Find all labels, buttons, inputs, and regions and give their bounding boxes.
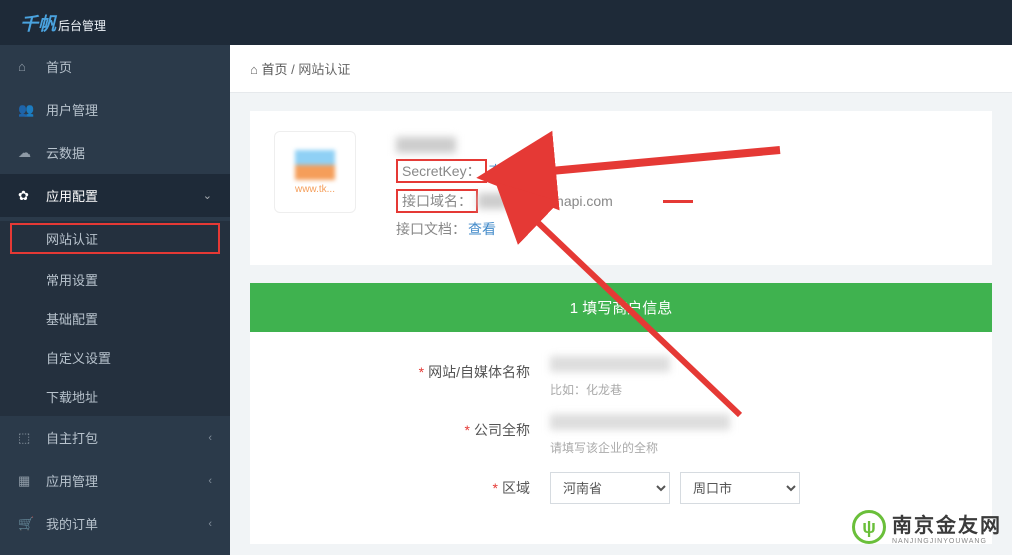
watermark-text: 南京金友网 (892, 515, 1002, 537)
sidebar-submenu: 网站认证 常用设置 基础配置 自定义设置 下载地址 (0, 221, 230, 416)
breadcrumb-home[interactable]: 首页 (261, 62, 287, 77)
sidebar-item-label: 应用配置 (46, 186, 98, 205)
info-card: www.tk... SecretKey： 查看 接口域名： .qianfanap… (250, 111, 992, 265)
step-header: 1 填写商户信息 (250, 283, 992, 332)
users-icon: 👥 (18, 102, 36, 118)
blurred-domain-prefix (478, 193, 508, 209)
cloud-icon: ☁ (18, 145, 36, 161)
home-icon: ⌂ (250, 62, 258, 77)
sidebar-item-appconfig[interactable]: ✿ 应用配置 ⌄ (0, 174, 230, 217)
breadcrumb: ⌂ 首页 / 网站认证 (230, 45, 1012, 93)
form-card: 1 填写商户信息 *网站/自媒体名称 比如：化龙巷 *公司全称 请填写该企业的全… (250, 283, 992, 544)
sidebar-item-tickets[interactable]: ↻ 工单管理 ‹ (0, 545, 230, 555)
sidebar-item-orders[interactable]: 🛒 我的订单 ‹ (0, 502, 230, 545)
secretkey-label: SecretKey： (396, 159, 487, 183)
avatar-url: www.tk... (295, 184, 335, 195)
secretkey-view-link[interactable]: 查看 (489, 161, 517, 181)
sidebar-item-pack[interactable]: ⬚ 自主打包 ‹ (0, 416, 230, 459)
region-label: *区域 (290, 472, 530, 498)
region-city-select[interactable]: 周口市 (680, 472, 800, 504)
chevron-down-icon: ⌄ (203, 189, 212, 202)
sidebar-item-cloud[interactable]: ☁ 云数据 (0, 131, 230, 174)
archive-icon: ⬚ (18, 430, 36, 446)
sidebar: ⌂ 首页 👥 用户管理 ☁ 云数据 ✿ 应用配置 ⌄ 网站认证 常用设置 基础配… (0, 45, 230, 555)
site-name-label: *网站/自媒体名称 (290, 356, 530, 382)
sidebar-subitem-basic[interactable]: 基础配置 (0, 299, 230, 338)
doc-view-link[interactable]: 查看 (468, 219, 496, 239)
company-value-blurred (550, 414, 730, 430)
sidebar-item-label: 云数据 (46, 143, 85, 162)
content: ⌂ 首页 / 网站认证 www.tk... SecretKey： 查看 接口域名… (230, 45, 1012, 555)
doc-label: 接口文档： (396, 219, 466, 239)
site-name-value-blurred (550, 356, 670, 372)
sidebar-item-label: 用户管理 (46, 100, 98, 119)
home-icon: ⌂ (18, 59, 36, 74)
chevron-left-icon: ‹ (208, 518, 212, 530)
domain-value: .qianfanapi.com (514, 193, 613, 209)
sidebar-item-home[interactable]: ⌂ 首页 (0, 45, 230, 88)
chevron-left-icon: ‹ (208, 475, 212, 487)
avatar: www.tk... (274, 131, 356, 213)
watermark-subtext: NANJINGJINYOUWANG (892, 538, 1002, 545)
gear-icon: ✿ (18, 188, 36, 204)
sidebar-item-apps[interactable]: ▦ 应用管理 ‹ (0, 459, 230, 502)
sidebar-item-label: 自主打包 (46, 428, 98, 447)
sidebar-subitem-siteauth[interactable]: 网站认证 (8, 221, 222, 256)
red-underline-annotation (663, 200, 693, 203)
watermark: ψ 南京金友网 NANJINGJINYOUWANG (852, 509, 1002, 545)
watermark-icon: ψ (852, 510, 886, 544)
site-name-hint: 比如：化龙巷 (550, 381, 670, 398)
sidebar-item-label: 应用管理 (46, 471, 98, 490)
company-hint: 请填写该企业的全称 (550, 439, 730, 456)
cart-icon: 🛒 (18, 516, 36, 532)
domain-label: 接口域名： (396, 189, 478, 213)
avatar-image (295, 150, 335, 180)
apps-icon: ▦ (18, 473, 36, 489)
logo: 千帆后台管理 (20, 10, 106, 36)
company-label: *公司全称 (290, 414, 530, 440)
sidebar-item-label: 我的订单 (46, 514, 98, 533)
region-province-select[interactable]: 河南省 (550, 472, 670, 504)
sidebar-item-label: 首页 (46, 57, 72, 76)
sidebar-item-users[interactable]: 👥 用户管理 (0, 88, 230, 131)
breadcrumb-current: 网站认证 (298, 62, 350, 77)
sidebar-subitem-common[interactable]: 常用设置 (0, 260, 230, 299)
chevron-left-icon: ‹ (208, 432, 212, 444)
sidebar-subitem-custom[interactable]: 自定义设置 (0, 338, 230, 377)
blurred-title (396, 137, 456, 153)
sidebar-subitem-download[interactable]: 下载地址 (0, 377, 230, 416)
topbar: 千帆后台管理 (0, 0, 1012, 45)
